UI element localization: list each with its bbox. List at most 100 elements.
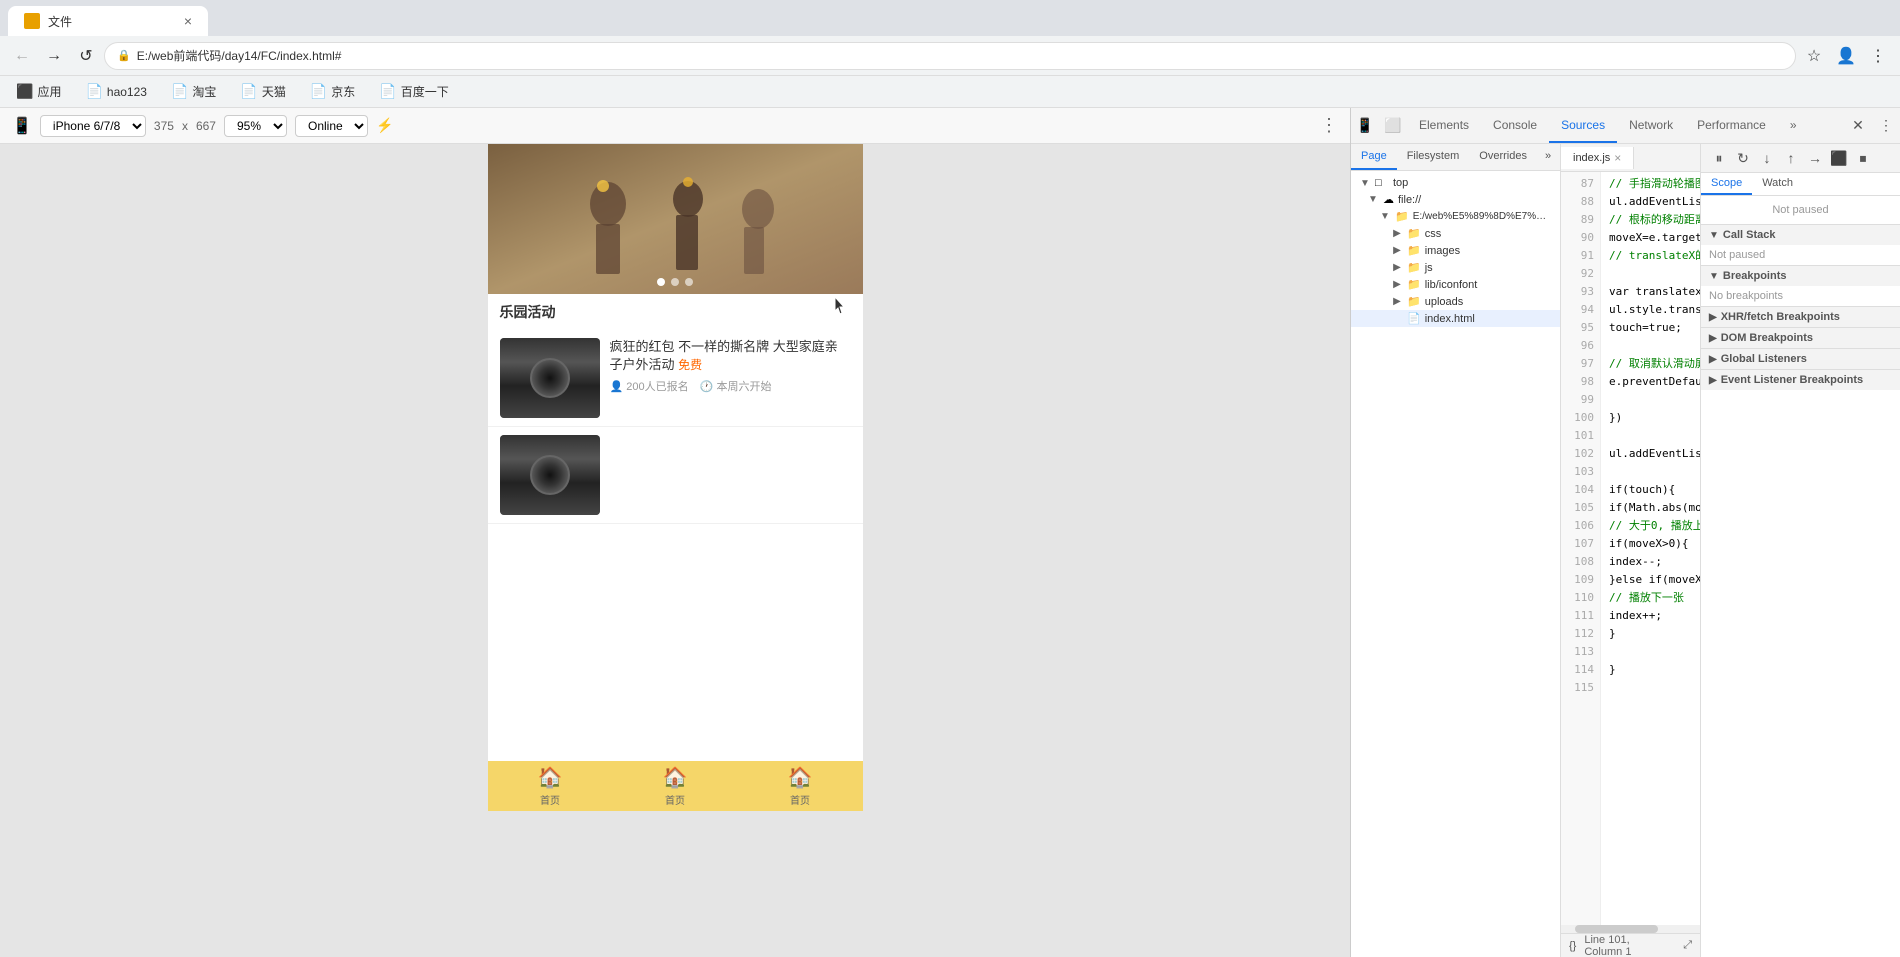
reload-button[interactable]: ↺ <box>72 42 100 70</box>
event-listeners-header[interactable]: ▶ Event Listener Breakpoints <box>1701 369 1900 390</box>
tree-item-uploads[interactable]: ▶ 📁 uploads <box>1351 293 1560 310</box>
code-line: }) <box>1609 410 1692 428</box>
file-tree: ▼ □ top ▼ ☁ file:// ▼ 📁 <box>1351 171 1560 957</box>
tree-item-file[interactable]: ▼ ☁ file:// <box>1351 191 1560 208</box>
devtools-close-button[interactable]: ✕ <box>1844 112 1872 140</box>
page-tab[interactable]: Page <box>1351 144 1397 170</box>
bookmark-apps[interactable]: ⬛ 应用 <box>8 79 69 104</box>
bookmark-jd-label: 京东 <box>331 83 355 100</box>
step-into-button[interactable]: ↓ <box>1757 148 1777 168</box>
step-out-button[interactable]: ↑ <box>1781 148 1801 168</box>
sources-more-tabs[interactable]: » <box>1537 144 1559 170</box>
code-line <box>1609 392 1692 410</box>
bookmark-baidu[interactable]: 📄 百度一下 <box>371 79 456 104</box>
dom-breakpoints-header[interactable]: ▶ DOM Breakpoints <box>1701 327 1900 348</box>
zoom-select[interactable]: 95% <box>224 115 287 137</box>
line-number: 115 <box>1561 680 1600 698</box>
code-line: // 播放下一张 <box>1609 590 1692 608</box>
carousel-dot-3 <box>685 278 693 286</box>
code-scrollbar-thumb[interactable] <box>1575 925 1658 933</box>
watch-tab[interactable]: Watch <box>1752 173 1803 195</box>
line-number: 88 <box>1561 194 1600 212</box>
expand-status[interactable]: ⤢ <box>1683 939 1692 952</box>
activity-meta-1: 👤 200人已报名 🕐 本周六开始 <box>610 378 851 394</box>
bookmark-jd[interactable]: 📄 京东 <box>302 79 363 104</box>
bottom-nav-item-3[interactable]: 🏠 首页 <box>738 765 863 807</box>
scope-tab[interactable]: Scope <box>1701 173 1752 195</box>
bookmark-hao123[interactable]: 📄 hao123 <box>77 79 154 104</box>
profile-button[interactable]: 👤 <box>1832 42 1860 70</box>
tree-item-path[interactable]: ▼ 📁 E:/web%E5%89%8D%E7%AB%AF%E4% <box>1351 208 1560 225</box>
code-tab-close[interactable]: × <box>1614 151 1621 165</box>
network-select[interactable]: Online <box>295 115 368 137</box>
browser-tab[interactable]: 文件 × <box>8 6 208 36</box>
more-tabs[interactable]: » <box>1778 108 1809 143</box>
lock-icon: 🔒 <box>117 49 131 62</box>
bookmark-apps-label: 应用 <box>37 83 61 100</box>
activity-card-2[interactable]: 进行中 <box>488 427 863 524</box>
code-line: touch=true; <box>1609 320 1692 338</box>
devtools-dock-button[interactable]: ⋮ <box>1872 112 1900 140</box>
device-toolbar-menu[interactable]: ⋮ <box>1320 115 1338 136</box>
apps-icon: ⬛ <box>16 83 33 100</box>
pause-on-exceptions-button[interactable]: ⏹ <box>1853 148 1873 168</box>
tab-close-button[interactable]: × <box>184 13 192 29</box>
step-button[interactable]: → <box>1805 148 1825 168</box>
console-tab[interactable]: Console <box>1481 108 1549 143</box>
line-number: 91 <box>1561 248 1600 266</box>
address-bar[interactable]: 🔒 E:/web前端代码/day14/FC/index.html# <box>104 42 1796 70</box>
back-button[interactable]: ← <box>8 42 36 70</box>
tree-label-css: css <box>1425 228 1442 240</box>
tree-item-images[interactable]: ▶ 📁 images <box>1351 242 1560 259</box>
filesystem-tab[interactable]: Filesystem <box>1397 144 1470 170</box>
device-select[interactable]: iPhone 6/7/8 <box>40 115 146 137</box>
sources-tab[interactable]: Sources <box>1549 108 1617 143</box>
line-number: 102 <box>1561 446 1600 464</box>
step-over-button[interactable]: ↻ <box>1733 148 1753 168</box>
carousel-dots <box>657 278 693 286</box>
line-number: 109 <box>1561 572 1600 590</box>
code-editor-tab-indexjs[interactable]: index.js × <box>1561 147 1634 169</box>
pause-button[interactable]: ⏸ <box>1709 148 1729 168</box>
forward-button[interactable]: → <box>40 42 68 70</box>
device-mode-button[interactable]: ⬜ <box>1379 112 1407 140</box>
bookmark-tianmao[interactable]: 📄 天猫 <box>232 79 293 104</box>
code-line: // 根标的移动距离 <box>1609 212 1692 230</box>
network-tab[interactable]: Network <box>1617 108 1685 143</box>
breakpoints-header[interactable]: ▼ Breakpoints <box>1701 265 1900 286</box>
home-icon-2: 🏠 <box>663 765 688 790</box>
tree-item-css[interactable]: ▶ 📁 css <box>1351 225 1560 242</box>
bottom-nav-item-2[interactable]: 🏠 首页 <box>613 765 738 807</box>
code-area[interactable]: 8788899091929394959697989910010110210310… <box>1561 172 1700 925</box>
inspect-element-button[interactable]: 📱 <box>1351 112 1379 140</box>
format-braces[interactable]: {} <box>1569 940 1576 952</box>
activity-card-1[interactable]: 进行中 疯狂的红包 不一样的撕名牌 大型家庭亲子户外活动 免费 👤 <box>488 330 863 427</box>
tree-item-top[interactable]: ▼ □ top <box>1351 175 1560 191</box>
deactivate-breakpoints-button[interactable]: ⬛ <box>1829 148 1849 168</box>
tree-item-lib[interactable]: ▶ 📁 lib/iconfont <box>1351 276 1560 293</box>
global-listeners-header[interactable]: ▶ Global Listeners <box>1701 348 1900 369</box>
overrides-tab[interactable]: Overrides <box>1469 144 1537 170</box>
tree-arrow-uploads: ▶ <box>1391 296 1403 308</box>
xhr-breakpoints-header[interactable]: ▶ XHR/fetch Breakpoints <box>1701 306 1900 327</box>
tree-label-index: index.html <box>1425 313 1475 325</box>
folder-lib-icon: 📁 <box>1407 278 1421 291</box>
call-stack-header[interactable]: ▼ Call Stack <box>1701 224 1900 245</box>
tree-item-js[interactable]: ▶ 📁 js <box>1351 259 1560 276</box>
bottom-nav-item-1[interactable]: 🏠 首页 <box>488 765 613 807</box>
call-stack-label: Call Stack <box>1723 229 1776 241</box>
menu-button[interactable]: ⋮ <box>1864 42 1892 70</box>
code-line: // translateX的距离 <box>1609 248 1692 266</box>
square-icon: □ <box>1375 177 1389 189</box>
code-scrollbar[interactable] <box>1561 925 1700 933</box>
code-tab-label: index.js <box>1573 152 1610 164</box>
performance-tab[interactable]: Performance <box>1685 108 1778 143</box>
elements-tab[interactable]: Elements <box>1407 108 1481 143</box>
code-content[interactable]: // 手指滑动轮播图 ul.addEventListener('touchmov… <box>1601 172 1700 925</box>
star-button[interactable]: ☆ <box>1800 42 1828 70</box>
code-line: }else if(moveX<0){ <box>1609 572 1692 590</box>
bookmark-taobao[interactable]: 📄 淘宝 <box>163 79 224 104</box>
tree-arrow-js: ▶ <box>1391 262 1403 274</box>
tree-item-index-html[interactable]: 📄 index.html <box>1351 310 1560 327</box>
width-label: 375 <box>154 119 174 133</box>
